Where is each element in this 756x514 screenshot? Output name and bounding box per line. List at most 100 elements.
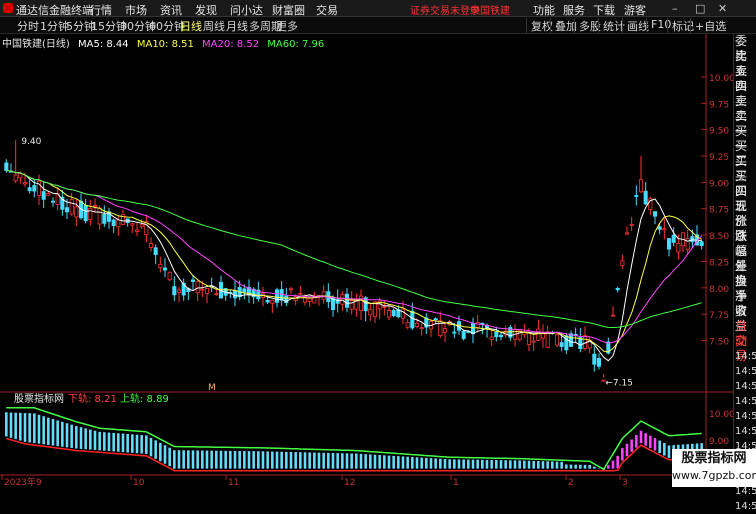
candle-body [97, 207, 102, 225]
side-label: 买五 [735, 184, 748, 213]
candle-body [162, 267, 168, 271]
candle-body [242, 288, 247, 293]
candle-body [92, 205, 98, 207]
price-tick-label: 10.00 [709, 74, 733, 84]
side-label: 总量 [735, 244, 748, 273]
watermark-url: www.7gpzb.com [672, 469, 756, 482]
ma-line-60 [6, 170, 702, 329]
side-label: 自动 [735, 319, 748, 348]
candle-body [27, 187, 32, 192]
indicator-name: 股票指标网 [14, 392, 64, 405]
chart-svg[interactable]: 10.00 9.75 9.50 9.25 9.00 8.75 8.50 8.25 8.00 7.7… [0, 0, 733, 487]
candle-body [498, 334, 504, 338]
candle-body [452, 331, 457, 334]
side-label: 买四 [735, 169, 748, 198]
candle-body [167, 271, 172, 281]
candle-body [172, 286, 177, 296]
candle-body [410, 310, 415, 329]
candle-body [274, 289, 280, 303]
date-tick-label: 10 [133, 478, 145, 487]
candle-body [69, 199, 74, 215]
side-label: 净资 [735, 289, 748, 318]
candle-body [288, 288, 294, 291]
side-time: 14:50 [735, 351, 756, 362]
price-tick-label: 9.00 [709, 179, 729, 189]
candle-body [699, 241, 704, 246]
indicator-tick-label: 9.00 [709, 437, 729, 447]
candle-body [64, 207, 70, 213]
candle-body [116, 219, 121, 228]
side-time: 14:50 [735, 366, 756, 377]
candle-body [130, 223, 135, 226]
candle-body [442, 328, 448, 333]
candle-body [386, 309, 392, 318]
side-label: 委比 [735, 34, 748, 63]
candle-body [307, 297, 312, 302]
price-tick-label: 8.50 [709, 232, 729, 242]
side-label: 外盘 [735, 259, 748, 288]
candle-body [419, 327, 424, 330]
candle-body [358, 295, 364, 312]
candle-body [489, 336, 494, 340]
candle-body [629, 223, 634, 226]
side-label: 现价 [735, 199, 748, 228]
side-time: 14:50 [735, 396, 756, 407]
candle-body [265, 299, 270, 303]
candle-body [638, 179, 644, 193]
candle-body [592, 353, 597, 365]
candle-body [153, 247, 158, 255]
price-tick-label: 8.00 [709, 285, 729, 295]
side-label: 换手 [735, 274, 748, 303]
candle-body [270, 299, 275, 304]
candle-body [158, 263, 163, 269]
candle-body [18, 173, 23, 179]
candle-body [148, 243, 154, 248]
candle-body [414, 322, 420, 327]
candle-body [624, 232, 630, 235]
price-tick-label: 9.75 [709, 100, 729, 110]
candle-body [200, 288, 205, 291]
candle-body [526, 332, 532, 345]
indicator-lower: 下轨: 8.21 [68, 392, 117, 405]
candle-body [340, 293, 345, 305]
candle-body [204, 287, 210, 294]
candle-body [74, 206, 79, 218]
side-time: 14:50 [735, 426, 756, 437]
price-tick-label: 8.25 [709, 258, 729, 268]
candle-body [344, 293, 350, 308]
quote-side-panel: 委比 卖五 卖四 卖三 卖二 卖一 买一 买二 买三 买四 买五 现价 涨跌 涨幅 总量 外盘 换手 净资 收益 自动… [733, 34, 756, 512]
candle-body [643, 190, 648, 205]
candle-body [531, 340, 536, 343]
event-marker: M [208, 383, 216, 393]
side-time: 14:50 [735, 411, 756, 422]
candle-body [610, 314, 616, 317]
price-tick-label: 9.25 [709, 153, 729, 163]
candle-body [545, 331, 550, 348]
candle-body [134, 229, 140, 232]
side-label: 卖五 [735, 49, 748, 78]
side-label: 买一 [735, 124, 748, 153]
candle-body [685, 237, 690, 251]
price-tick-label: 9.50 [709, 127, 729, 137]
date-tick-label: 12 [344, 478, 355, 487]
side-label: 收益 [735, 304, 748, 333]
candle-body [4, 162, 9, 171]
candle-body [32, 185, 37, 192]
side-label: 买三 [735, 154, 748, 183]
side-label: 卖四 [735, 64, 748, 93]
candle-body [620, 260, 625, 266]
candle-body [652, 211, 658, 217]
candle-body [195, 281, 200, 294]
candle-body [214, 293, 219, 296]
low-price-label: ←7.15 [605, 378, 633, 388]
candle-body [13, 174, 18, 182]
date-tick-label: 1 [453, 478, 459, 487]
candle-body [102, 213, 107, 224]
side-label: 卖二 [735, 94, 748, 123]
candle-body [615, 287, 620, 291]
candle-body [634, 195, 639, 197]
indicator-upper: 上轨: 8.89 [120, 392, 169, 405]
side-label: 卖一 [735, 109, 748, 138]
candle-body [676, 243, 681, 253]
candle-body [461, 330, 466, 339]
